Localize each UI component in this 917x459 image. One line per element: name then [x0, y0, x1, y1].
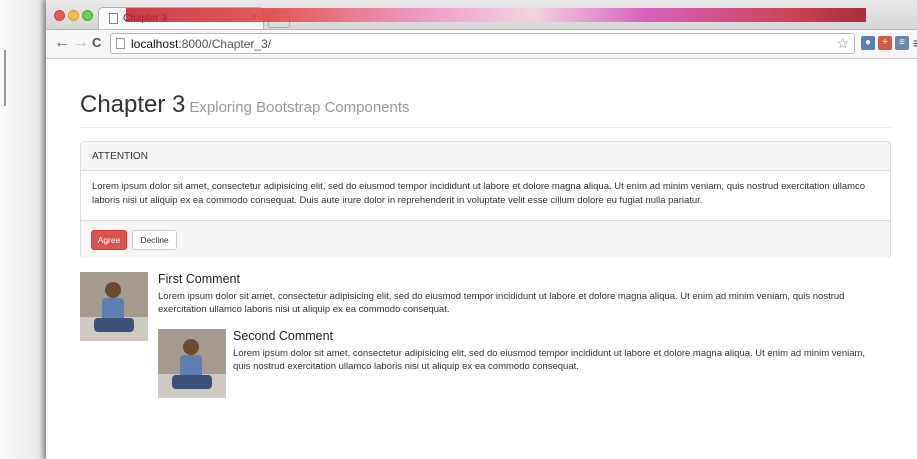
zoom-window-button[interactable]: [82, 10, 93, 21]
browser-toolbar: ← → C localhost:8000/Chapter_3/ ☆ ● + ≡ …: [46, 30, 917, 59]
bookmark-star-icon[interactable]: ☆: [836, 35, 849, 52]
reload-icon[interactable]: C: [92, 34, 101, 52]
page-icon: [116, 38, 125, 49]
url-host: localhost: [131, 37, 179, 51]
menu-icon[interactable]: ≡: [910, 36, 917, 50]
panel-heading: ATTENTION: [81, 142, 890, 171]
avatar: [80, 272, 148, 341]
desktop-edge: [0, 0, 46, 459]
close-window-button[interactable]: [54, 10, 65, 21]
comment-heading: Second Comment: [233, 329, 334, 343]
tab-bar: Chapter 3 ×: [46, 0, 917, 30]
avatar: [158, 329, 226, 398]
extension-news-icon[interactable]: ≡: [895, 36, 909, 50]
browser-window: Chapter 3 × ← → C localhost:8000/Chapter…: [46, 0, 917, 459]
comment-heading: First Comment: [158, 272, 240, 286]
address-bar[interactable]: localhost:8000/Chapter_3/ ☆: [110, 33, 855, 54]
render-artifact: [126, 8, 866, 22]
forward-arrow-icon[interactable]: →: [73, 34, 89, 52]
back-arrow-icon[interactable]: ←: [54, 34, 70, 52]
extension-plus-icon[interactable]: +: [878, 36, 892, 50]
agree-button[interactable]: Agree: [91, 230, 127, 250]
panel-footer: Agree Decline: [81, 220, 890, 258]
comment-second: Second Comment Lorem ipsum dolor sit ame…: [158, 329, 891, 399]
page-subtitle: Exploring Bootstrap Components: [189, 99, 410, 116]
tab-page-icon: [109, 13, 118, 24]
comment-body: Lorem ipsum dolor sit amet, consectetur …: [233, 348, 866, 372]
page-title: Chapter 3 Exploring Bootstrap Components: [80, 91, 410, 119]
decline-button[interactable]: Decline: [132, 230, 177, 250]
desktop-mark: [4, 50, 6, 106]
page-title-text: Chapter 3: [80, 91, 186, 118]
extension-person-icon[interactable]: ●: [861, 36, 875, 50]
comment-body: Lorem ipsum dolor sit amet, consectetur …: [158, 291, 845, 315]
url-path: :8000/Chapter_3/: [178, 37, 272, 51]
attention-panel: ATTENTION Lorem ipsum dolor sit amet, co…: [80, 141, 891, 258]
panel-body: Lorem ipsum dolor sit amet, consectetur …: [92, 181, 866, 206]
minimize-window-button[interactable]: [68, 10, 79, 21]
url-text: localhost:8000/Chapter_3/: [131, 37, 271, 51]
panel-heading-text: ATTENTION: [92, 151, 148, 162]
page-header: Chapter 3 Exploring Bootstrap Components: [80, 91, 891, 128]
